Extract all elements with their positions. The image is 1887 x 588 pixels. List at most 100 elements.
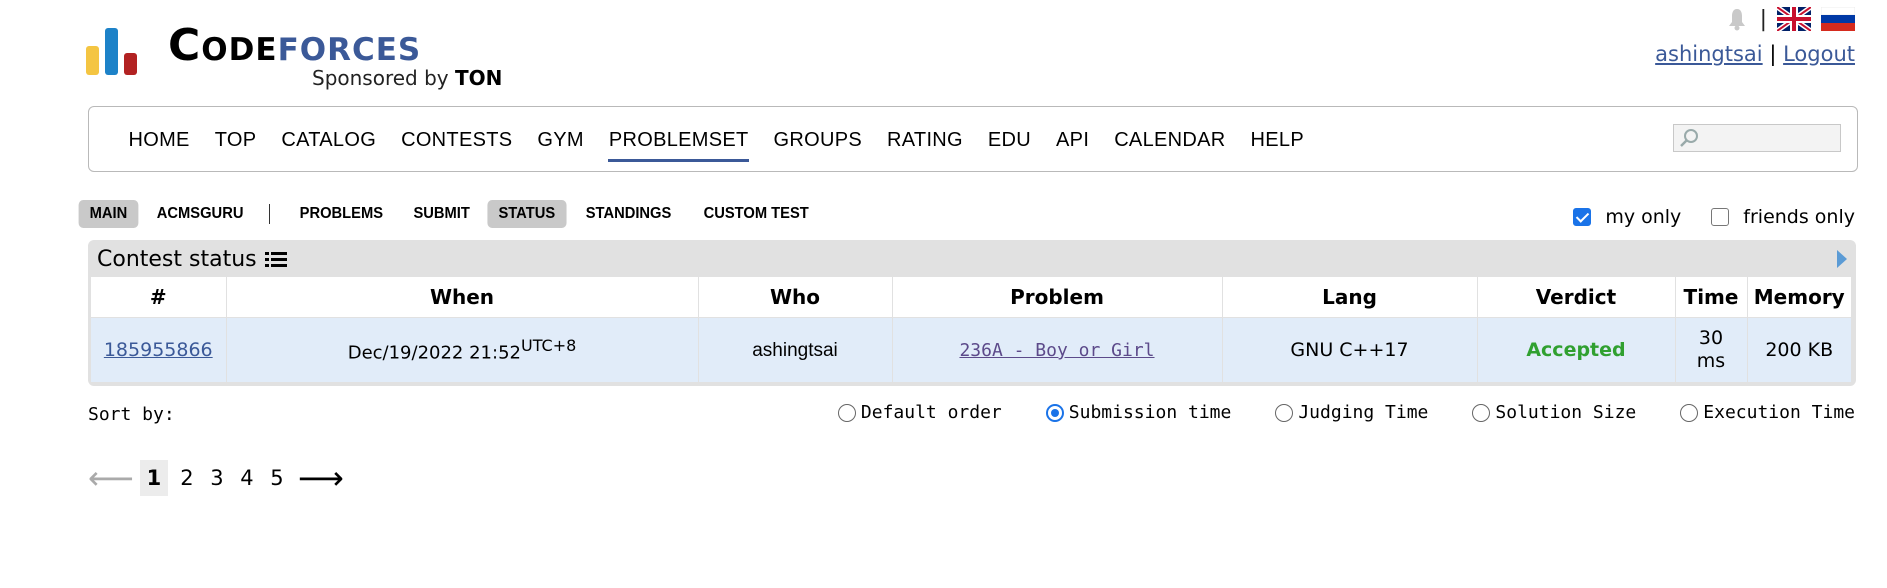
sort-by-label: Sort by: (88, 404, 175, 425)
cell-problem: 236A - Boy or Girl (892, 317, 1223, 382)
subnav-standings[interactable]: STANDINGS (574, 200, 682, 228)
col-header-time: Time (1675, 277, 1748, 318)
sort-option-label: Solution Size (1495, 402, 1637, 423)
contest-status-box: Contest status # When Who Problem Lang V… (88, 240, 1856, 386)
menu-item-rating[interactable]: RATING (875, 129, 976, 152)
menu-item-help[interactable]: HELP (1238, 129, 1316, 152)
menu-item-problemset[interactable]: PROBLEMSET (596, 129, 761, 162)
radio-execution-time[interactable] (1680, 403, 1699, 422)
cell-when: Dec/19/2022 21:52UTC+8 (226, 317, 699, 382)
subnav-custom-test[interactable]: CUSTOM TEST (692, 200, 819, 228)
subnav-main[interactable]: MAIN (78, 200, 139, 228)
cell-time: 30 ms (1675, 317, 1748, 382)
prev-page-arrow: ⟵ (88, 459, 134, 497)
expand-arrow-icon[interactable] (1837, 250, 1847, 268)
col-header-problem: Problem (892, 277, 1223, 318)
menu-item-home[interactable]: HOME (116, 129, 202, 152)
time-unit: ms (1696, 350, 1726, 372)
friends-only-checkbox[interactable] (1711, 208, 1730, 226)
radio-judging-time[interactable] (1275, 403, 1294, 422)
problem-link[interactable]: 236A - Boy or Girl (959, 340, 1154, 361)
col-header-who: Who (698, 277, 893, 318)
page-2[interactable]: 2 (172, 460, 202, 496)
page-5[interactable]: 5 (262, 460, 292, 496)
main-menu: HOME TOP CATALOG CONTESTS GYM PROBLEMSET… (88, 106, 1858, 172)
username-link[interactable]: ashingtsai (1655, 42, 1762, 66)
menu-item-groups[interactable]: GROUPS (761, 129, 874, 152)
page-1: 1 (139, 460, 168, 496)
logout-link[interactable]: Logout (1783, 42, 1855, 66)
sponsor-line: Sponsored by TON (312, 66, 502, 90)
pagination: ⟵ 1 2 3 4 5 ⟶ (88, 460, 350, 496)
sort-option-label: Execution Time (1703, 402, 1855, 423)
user-links: ashingtsai | Logout (1655, 42, 1855, 66)
logo-bar-red (124, 53, 137, 75)
logo-word-code: Code (168, 20, 278, 71)
submission-id-link[interactable]: 185955866 (104, 339, 213, 361)
sort-options: Default order Submission time Judging Ti… (837, 402, 1855, 423)
col-header-id: # (91, 277, 227, 318)
menu-item-api[interactable]: API (1044, 129, 1102, 152)
user-separator: | (1769, 42, 1777, 66)
sort-solution-size[interactable]: Solution Size (1472, 402, 1636, 423)
cell-verdict: Accepted (1477, 317, 1676, 382)
page-4[interactable]: 4 (232, 460, 262, 496)
sort-option-label: Submission time (1068, 402, 1232, 423)
search-icon (1680, 129, 1698, 147)
subnav-divider (269, 204, 271, 224)
subnav-submit[interactable]: SUBMIT (402, 200, 481, 228)
sort-default-order[interactable]: Default order (837, 402, 1002, 423)
cell-memory: 200 KB (1747, 317, 1851, 382)
cell-lang: GNU C++17 (1222, 317, 1478, 382)
subnav-status[interactable]: STATUS (487, 200, 567, 228)
sort-submission-time[interactable]: Submission time (1045, 402, 1232, 423)
cell-id: 185955866 (91, 317, 227, 382)
cell-who: ashingtsai (698, 317, 893, 382)
status-title: Contest status (97, 247, 287, 272)
logo-word-forces: forces (277, 20, 422, 71)
bell-icon[interactable] (1724, 6, 1750, 32)
col-header-when: When (226, 277, 699, 318)
verdict-accepted: Accepted (1526, 339, 1626, 361)
radio-default-order[interactable] (837, 403, 856, 422)
page-3[interactable]: 3 (202, 460, 232, 496)
flag-ru-icon[interactable] (1821, 7, 1855, 31)
submitter-name[interactable]: ashingtsai (752, 340, 838, 361)
search-input[interactable] (1673, 124, 1841, 152)
next-page-arrow[interactable]: ⟶ (298, 462, 344, 494)
header-divider: | (1759, 6, 1767, 32)
subnav-problems[interactable]: PROBLEMS (289, 200, 394, 228)
radio-solution-size[interactable] (1472, 403, 1491, 422)
header-icons: | (1724, 6, 1855, 32)
col-header-verdict: Verdict (1477, 277, 1676, 318)
my-only-checkbox[interactable] (1573, 208, 1592, 226)
time-value: 30 (1698, 327, 1724, 349)
menu-item-calendar[interactable]: CALENDAR (1102, 129, 1238, 152)
problemset-subnav: MAIN ACMSGURU PROBLEMS SUBMIT STATUS STA… (76, 200, 825, 228)
sort-judging-time[interactable]: Judging Time (1275, 402, 1428, 423)
status-table: # When Who Problem Lang Verdict Time Mem… (91, 277, 1851, 382)
friends-only-label: friends only (1743, 206, 1855, 228)
flag-uk-icon[interactable] (1777, 7, 1811, 31)
main-menu-items: HOME TOP CATALOG CONTESTS GYM PROBLEMSET… (116, 129, 1316, 162)
logo-bar-blue (105, 28, 118, 75)
status-title-text: Contest status (97, 247, 257, 272)
col-header-memory: Memory (1747, 277, 1851, 318)
list-icon[interactable] (264, 251, 287, 269)
sort-option-label: Judging Time (1298, 402, 1429, 423)
sponsor-name: TON (455, 66, 503, 90)
sort-execution-time[interactable]: Execution Time (1680, 402, 1855, 423)
my-only-label: my only (1605, 206, 1682, 228)
submission-timezone: UTC+8 (520, 336, 577, 356)
menu-item-gym[interactable]: GYM (525, 129, 596, 152)
menu-item-catalog[interactable]: CATALOG (269, 129, 389, 152)
logo-wordmark: Codeforces (168, 24, 421, 68)
sponsored-by-text: Sponsored by (312, 66, 449, 90)
menu-item-top[interactable]: TOP (202, 129, 269, 152)
menu-item-edu[interactable]: EDU (975, 129, 1043, 152)
radio-submission-time[interactable] (1045, 403, 1064, 422)
table-header-row: # When Who Problem Lang Verdict Time Mem… (91, 277, 1851, 318)
subnav-acmsguru[interactable]: ACMSGURU (146, 200, 255, 228)
codeforces-logo[interactable]: Codeforces Sponsored by TON (86, 14, 506, 90)
menu-item-contests[interactable]: CONTESTS (389, 129, 525, 152)
